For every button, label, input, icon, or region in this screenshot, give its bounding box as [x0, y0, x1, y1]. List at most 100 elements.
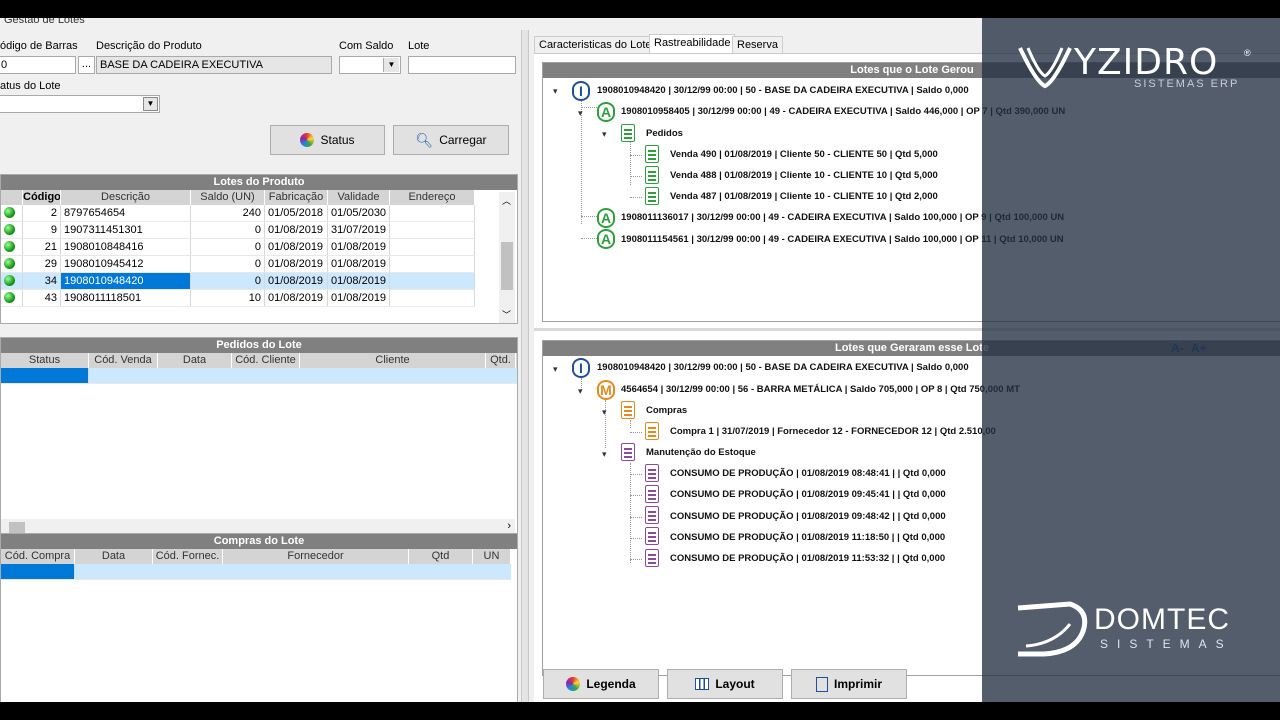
lote-input[interactable] — [408, 56, 516, 74]
scroll-down-icon[interactable]: ﹀ — [502, 308, 511, 321]
com-saldo-label: Com Saldo — [339, 40, 394, 52]
col-qtd[interactable]: Qtd. — [486, 353, 516, 368]
col-fornecedor[interactable]: Fornecedor — [223, 549, 409, 564]
col-fabricacao[interactable]: Fabricação — [265, 190, 328, 205]
barcode-input[interactable]: 0 — [0, 56, 76, 74]
col-data[interactable]: Data — [75, 549, 153, 564]
col-cod-cliente[interactable]: Cód. Cliente — [232, 353, 300, 368]
layout-button[interactable]: Layout — [667, 669, 783, 699]
com-saldo-select[interactable]: ▼ — [339, 56, 401, 74]
cell-saldo: 10 — [191, 290, 265, 306]
legenda-button-label: Legenda — [586, 677, 636, 691]
tree-line — [581, 107, 597, 108]
col-cod-compra[interactable]: Cód. Compra — [1, 549, 75, 564]
col-un[interactable]: UN — [473, 549, 511, 564]
tree-line — [630, 197, 642, 198]
col-codigo[interactable]: Código — [23, 190, 61, 205]
tree-node-label[interactable]: CONSUMO DE PRODUÇÃO | 01/08/2019 09:48:4… — [670, 511, 946, 522]
vertical-splitter[interactable] — [521, 30, 529, 702]
domtec-logo-icon — [1017, 601, 1088, 657]
tree-node-label[interactable]: Venda 490 | 01/08/2019 | Cliente 50 - CL… — [670, 149, 938, 160]
col-saldo[interactable]: Saldo (UN) — [191, 190, 265, 205]
status-button[interactable]: Status — [270, 125, 385, 155]
table-row[interactable] — [1, 564, 511, 580]
table-row[interactable]: 9 1907311451301 0 01/08/2019 31/07/2019 — [1, 222, 475, 239]
col-cod-venda[interactable]: Cód. Venda — [89, 353, 158, 368]
scroll-right-icon[interactable]: › — [507, 520, 511, 532]
chevron-down-icon[interactable]: ▾ — [602, 449, 607, 460]
tab-reserva[interactable]: Reserva — [732, 36, 783, 54]
browse-product-button[interactable]: ... — [78, 56, 95, 74]
color-wheel-icon — [566, 677, 581, 691]
cell-endereco — [390, 290, 475, 306]
table-row[interactable]: 21 1908010848416 0 01/08/2019 01/08/2019 — [1, 239, 475, 256]
tree-node-label[interactable]: Venda 487 | 01/08/2019 | Cliente 10 - CL… — [670, 191, 938, 202]
status-dot-icon — [1, 290, 23, 306]
tree-node-label[interactable]: CONSUMO DE PRODUÇÃO | 01/08/2019 09:45:4… — [670, 489, 946, 500]
domtec-subtitle: SISTEMAS — [1100, 637, 1233, 651]
tree-node-label[interactable]: Pedidos — [646, 128, 683, 139]
search-icon: 🔍︎ — [415, 131, 434, 148]
tab-rastreabilidade[interactable]: Rastreabilidade — [649, 34, 736, 54]
status-dot-icon — [1, 205, 23, 221]
document-icon — [645, 527, 659, 545]
chevron-down-icon[interactable]: ▾ — [578, 108, 583, 119]
tree-line — [630, 155, 642, 156]
table-row[interactable]: 29 1908010945412 0 01/08/2019 01/08/2019 — [1, 256, 475, 273]
col-validade[interactable]: Validade — [328, 190, 390, 205]
col-status[interactable]: Status — [1, 353, 89, 368]
chevron-down-icon[interactable]: ▾ — [602, 129, 607, 140]
scrollbar-thumb[interactable] — [501, 242, 513, 290]
tab-caracteristicas[interactable]: Caracteristicas do Lote — [534, 36, 657, 54]
material-lot-icon: M — [597, 380, 615, 400]
carregar-button[interactable]: 🔍︎ Carregar — [393, 125, 509, 155]
carregar-button-label: Carregar — [439, 133, 487, 147]
col-cliente[interactable]: Cliente — [300, 353, 486, 368]
col-endereco[interactable]: Endereço — [390, 190, 475, 205]
table-row[interactable]: 43 1908011118501 10 01/08/2019 01/08/2019 — [1, 290, 475, 307]
pedidos-lote-panel: Pedidos do Lote Status Cód. Venda Data C… — [0, 337, 518, 539]
chevron-down-icon[interactable]: ▾ — [602, 407, 607, 418]
col-cod-fornec[interactable]: Cód. Fornec. — [153, 549, 223, 564]
tree-node-label[interactable]: 1908010948420 | 30/12/99 00:00 | 50 - BA… — [597, 362, 969, 373]
scrollbar-thumb[interactable] — [9, 522, 25, 533]
chevron-down-icon[interactable]: ▾ — [553, 86, 558, 97]
cell-endereco — [390, 273, 475, 289]
document-icon — [621, 401, 635, 419]
table-row[interactable]: 34 1908010948420 0 01/08/2019 01/08/2019 — [1, 273, 475, 290]
cell-descricao: 1908010948420 — [61, 273, 191, 289]
compras-lote-header: Cód. Compra Data Cód. Fornec. Fornecedor… — [1, 549, 511, 564]
vertical-scrollbar[interactable]: ︿ ﹀ — [499, 192, 515, 323]
tree-node-label[interactable]: Manutenção do Estoque — [646, 447, 756, 458]
chevron-down-icon[interactable]: ▾ — [553, 364, 558, 375]
col-descricao[interactable]: Descrição — [61, 190, 191, 205]
cell-saldo: 0 — [191, 222, 265, 238]
tree-node-label[interactable]: 4564654 | 30/12/99 00:00 | 56 - BARRA ME… — [621, 384, 1020, 395]
assembled-lot-icon: A — [597, 229, 615, 249]
document-icon — [621, 124, 635, 142]
pedidos-lote-title: Pedidos do Lote — [1, 338, 517, 353]
tree-node-label[interactable]: Venda 488 | 01/08/2019 | Cliente 10 - CL… — [670, 170, 938, 181]
table-row[interactable] — [1, 368, 517, 384]
status-lote-select[interactable]: ▼ — [0, 95, 160, 113]
tree-node-label[interactable]: Compra 1 | 31/07/2019 | Fornecedor 12 - … — [670, 426, 996, 437]
compras-lote-title: Compras do Lote — [1, 534, 517, 549]
tree-node-label[interactable]: CONSUMO DE PRODUÇÃO | 01/08/2019 08:48:4… — [670, 468, 946, 479]
yzidro-logo-icon — [1018, 47, 1072, 89]
col-data[interactable]: Data — [158, 353, 232, 368]
tree-node-label[interactable]: 1908010948420 | 30/12/99 00:00 | 50 - BA… — [597, 85, 969, 96]
cell-val: 01/08/2019 — [328, 239, 390, 255]
col-qtd[interactable]: Qtd — [409, 549, 473, 564]
cell-saldo: 0 — [191, 273, 265, 289]
chevron-down-icon[interactable]: ▾ — [578, 386, 583, 397]
table-row[interactable]: 2 8797654654 240 01/05/2018 01/05/2030 — [1, 205, 475, 222]
tree-node-label[interactable]: CONSUMO DE PRODUÇÃO | 01/08/2019 11:53:3… — [670, 553, 945, 564]
tree-node-label[interactable]: Compras — [646, 405, 687, 416]
scroll-up-icon[interactable]: ︿ — [502, 194, 511, 207]
legenda-button[interactable]: Legenda — [543, 669, 659, 699]
yzidro-subtitle: SISTEMAS ERP — [1134, 78, 1240, 90]
tree-line — [630, 463, 631, 563]
tree-node-label[interactable]: CONSUMO DE PRODUÇÃO | 01/08/2019 11:18:5… — [670, 532, 945, 543]
tree-line — [581, 84, 582, 224]
imprimir-button[interactable]: Imprimir — [791, 669, 907, 699]
